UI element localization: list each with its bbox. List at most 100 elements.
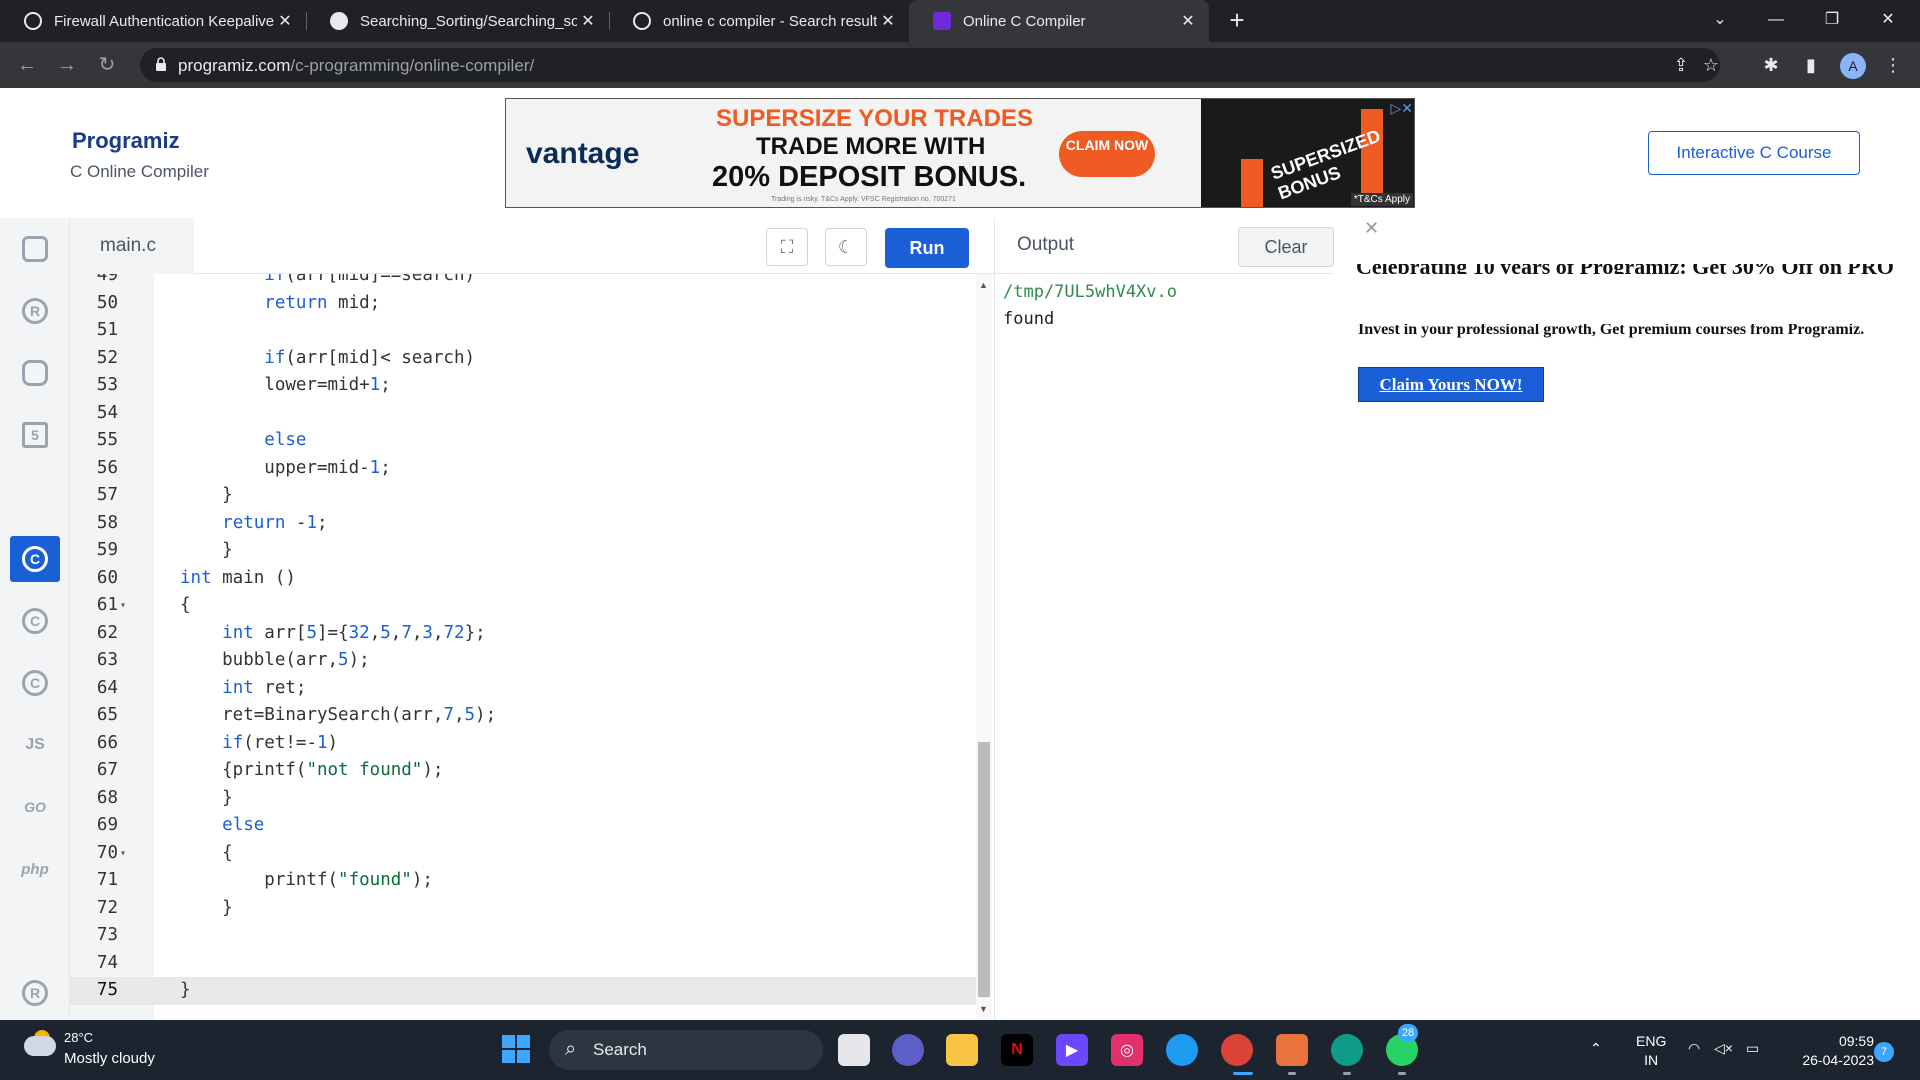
minimize-icon[interactable]: —	[1748, 0, 1804, 42]
swift-icon[interactable]	[10, 908, 60, 954]
js-icon[interactable]: JS	[10, 722, 60, 768]
windows-start-icon[interactable]	[502, 1035, 530, 1063]
reload-icon[interactable]: ↻	[92, 50, 122, 80]
html5-icon[interactable]: 5	[10, 412, 60, 458]
code-line[interactable]: 75}	[70, 977, 976, 1005]
tab-search-chevron-icon[interactable]: ⌄	[1692, 0, 1748, 42]
scroll-up-icon[interactable]: ▲	[979, 280, 988, 290]
code-line[interactable]: 54	[70, 400, 976, 428]
file-explorer-icon[interactable]	[946, 1034, 978, 1066]
code-line[interactable]: 58 return -1;	[70, 510, 976, 538]
dark-mode-moon-icon[interactable]: ☾	[825, 228, 867, 266]
csharp-icon[interactable]: C	[10, 660, 60, 706]
browser-tab-online-c-compiler[interactable]: Online C Compiler ✕	[909, 0, 1209, 42]
close-icon[interactable]: ✕	[1177, 11, 1199, 31]
teams-chat-icon[interactable]	[892, 1034, 924, 1066]
code-line[interactable]: 50 return mid;	[70, 290, 976, 318]
code-line[interactable]: 62 int arr[5]={32,5,7,3,72};	[70, 620, 976, 648]
close-icon[interactable]: ✕	[274, 11, 296, 31]
code-line[interactable]: 67 {printf("not found");	[70, 757, 976, 785]
java-icon[interactable]	[10, 474, 60, 520]
rust-icon[interactable]: R	[10, 970, 60, 1016]
c-icon[interactable]: C	[10, 536, 60, 582]
edge-icon[interactable]	[1331, 1034, 1363, 1066]
tray-chevron-up-icon[interactable]: ⌃	[1590, 1040, 1602, 1057]
fullscreen-icon[interactable]: ⛶	[766, 228, 808, 266]
window-close-icon[interactable]: ✕	[1860, 0, 1916, 42]
code-line[interactable]: 74	[70, 950, 976, 978]
menu-kebab-icon[interactable]: ⋮	[1882, 54, 1904, 76]
file-tab-main-c[interactable]: main.c	[70, 218, 194, 274]
battery-icon[interactable]: ▭	[1746, 1040, 1759, 1057]
address-bar[interactable]: programiz.com/c-programming/online-compi…	[140, 48, 1720, 82]
code-line[interactable]: 66 if(ret!=-1)	[70, 730, 976, 758]
code-line[interactable]: 53 lower=mid+1;	[70, 372, 976, 400]
code-line[interactable]: 69 else	[70, 812, 976, 840]
fold-arrow-icon[interactable]: ▾	[120, 840, 126, 868]
code-line[interactable]: 49 if(arr[mid]==search)	[70, 274, 976, 290]
claim-yours-button[interactable]: Claim Yours NOW!	[1358, 367, 1544, 402]
extensions-puzzle-icon[interactable]: ✱	[1760, 54, 1782, 76]
clear-button[interactable]: Clear	[1238, 227, 1334, 267]
side-panel-icon[interactable]: ▮	[1800, 54, 1822, 76]
go-icon[interactable]: GO	[10, 784, 60, 830]
code-line[interactable]: 56 upper=mid-1;	[70, 455, 976, 483]
share-icon[interactable]: ⇪	[1670, 54, 1692, 76]
scrollbar-thumb[interactable]	[978, 742, 990, 997]
instagram-icon[interactable]: ◎	[1111, 1034, 1143, 1066]
netflix-icon[interactable]: N	[1001, 1034, 1033, 1066]
back-arrow-icon[interactable]: ←	[12, 50, 42, 80]
interactive-course-button[interactable]: Interactive C Course	[1648, 131, 1860, 175]
python-icon[interactable]	[10, 226, 60, 272]
code-editor[interactable]: 49 if(arr[mid]==search) 50 return mid; 51 5…	[70, 274, 976, 1020]
taskbar-clock[interactable]: 09:59 26-04-2023	[1786, 1032, 1874, 1070]
forward-arrow-icon[interactable]: →	[52, 50, 82, 80]
ad-close-icon[interactable]: ▷✕	[1391, 100, 1414, 117]
close-icon[interactable]: ✕	[877, 11, 899, 31]
code-line[interactable]: 64 int ret;	[70, 675, 976, 703]
code-line[interactable]: 55 else	[70, 427, 976, 455]
run-button[interactable]: Run	[885, 228, 969, 268]
database-icon[interactable]	[10, 350, 60, 396]
ad-claim-button[interactable]: CLAIM NOW	[1059, 131, 1155, 177]
code-line[interactable]: 61 ▾ {	[70, 592, 976, 620]
twitter-icon[interactable]	[1166, 1034, 1198, 1066]
matlab-icon[interactable]	[1276, 1034, 1308, 1066]
promo-close-icon[interactable]: ✕	[1364, 218, 1379, 239]
new-tab-button[interactable]: +	[1222, 6, 1252, 36]
bookmark-star-icon[interactable]: ☆	[1700, 54, 1722, 76]
code-line[interactable]: 60 int main ()	[70, 565, 976, 593]
close-icon[interactable]: ✕	[577, 11, 599, 31]
profile-avatar[interactable]: A	[1840, 53, 1866, 79]
browser-tab-firewall[interactable]: Firewall Authentication Keepalive ✕	[0, 0, 306, 42]
php-icon[interactable]: php	[10, 846, 60, 892]
code-line[interactable]: 52 if(arr[mid]< search)	[70, 345, 976, 373]
code-line[interactable]: 72 }	[70, 895, 976, 923]
browser-tab-search[interactable]: online c compiler - Search results ✕	[609, 0, 909, 42]
media-player-icon[interactable]: ▶	[1056, 1034, 1088, 1066]
language-indicator[interactable]: ENG IN	[1636, 1032, 1666, 1070]
code-line[interactable]: 68 }	[70, 785, 976, 813]
programiz-logo[interactable]: Programiz	[72, 128, 180, 154]
task-view-icon[interactable]	[838, 1034, 870, 1066]
code-line[interactable]: 57 }	[70, 482, 976, 510]
browser-tab-github[interactable]: Searching_Sorting/Searching_sor ✕	[306, 0, 609, 42]
code-line[interactable]: 63 bubble(arr,5);	[70, 647, 976, 675]
code-line[interactable]: 70 ▾ {	[70, 840, 976, 868]
notification-badge[interactable]: 7	[1874, 1042, 1894, 1062]
ad-banner[interactable]: vantage SUPERSIZE YOUR TRADES TRADE MORE…	[505, 98, 1415, 208]
fold-arrow-icon[interactable]: ▾	[120, 592, 126, 620]
code-line[interactable]: 73	[70, 922, 976, 950]
code-line[interactable]: 71 printf("found");	[70, 867, 976, 895]
volume-muted-icon[interactable]: ◁×	[1714, 1040, 1733, 1057]
r-icon[interactable]: R	[10, 288, 60, 334]
taskbar-search[interactable]: ⌕ Search	[549, 1030, 823, 1070]
editor-scrollbar[interactable]: ▲ ▼	[976, 274, 992, 1020]
code-line[interactable]: 65 ret=BinarySearch(arr,7,5);	[70, 702, 976, 730]
code-line[interactable]: 51	[70, 317, 976, 345]
wifi-icon[interactable]: ◠	[1688, 1040, 1700, 1057]
cpp-icon[interactable]: C	[10, 598, 60, 644]
code-line[interactable]: 59 }	[70, 537, 976, 565]
scroll-down-icon[interactable]: ▼	[979, 1004, 988, 1014]
restore-icon[interactable]: ❐	[1804, 0, 1860, 42]
